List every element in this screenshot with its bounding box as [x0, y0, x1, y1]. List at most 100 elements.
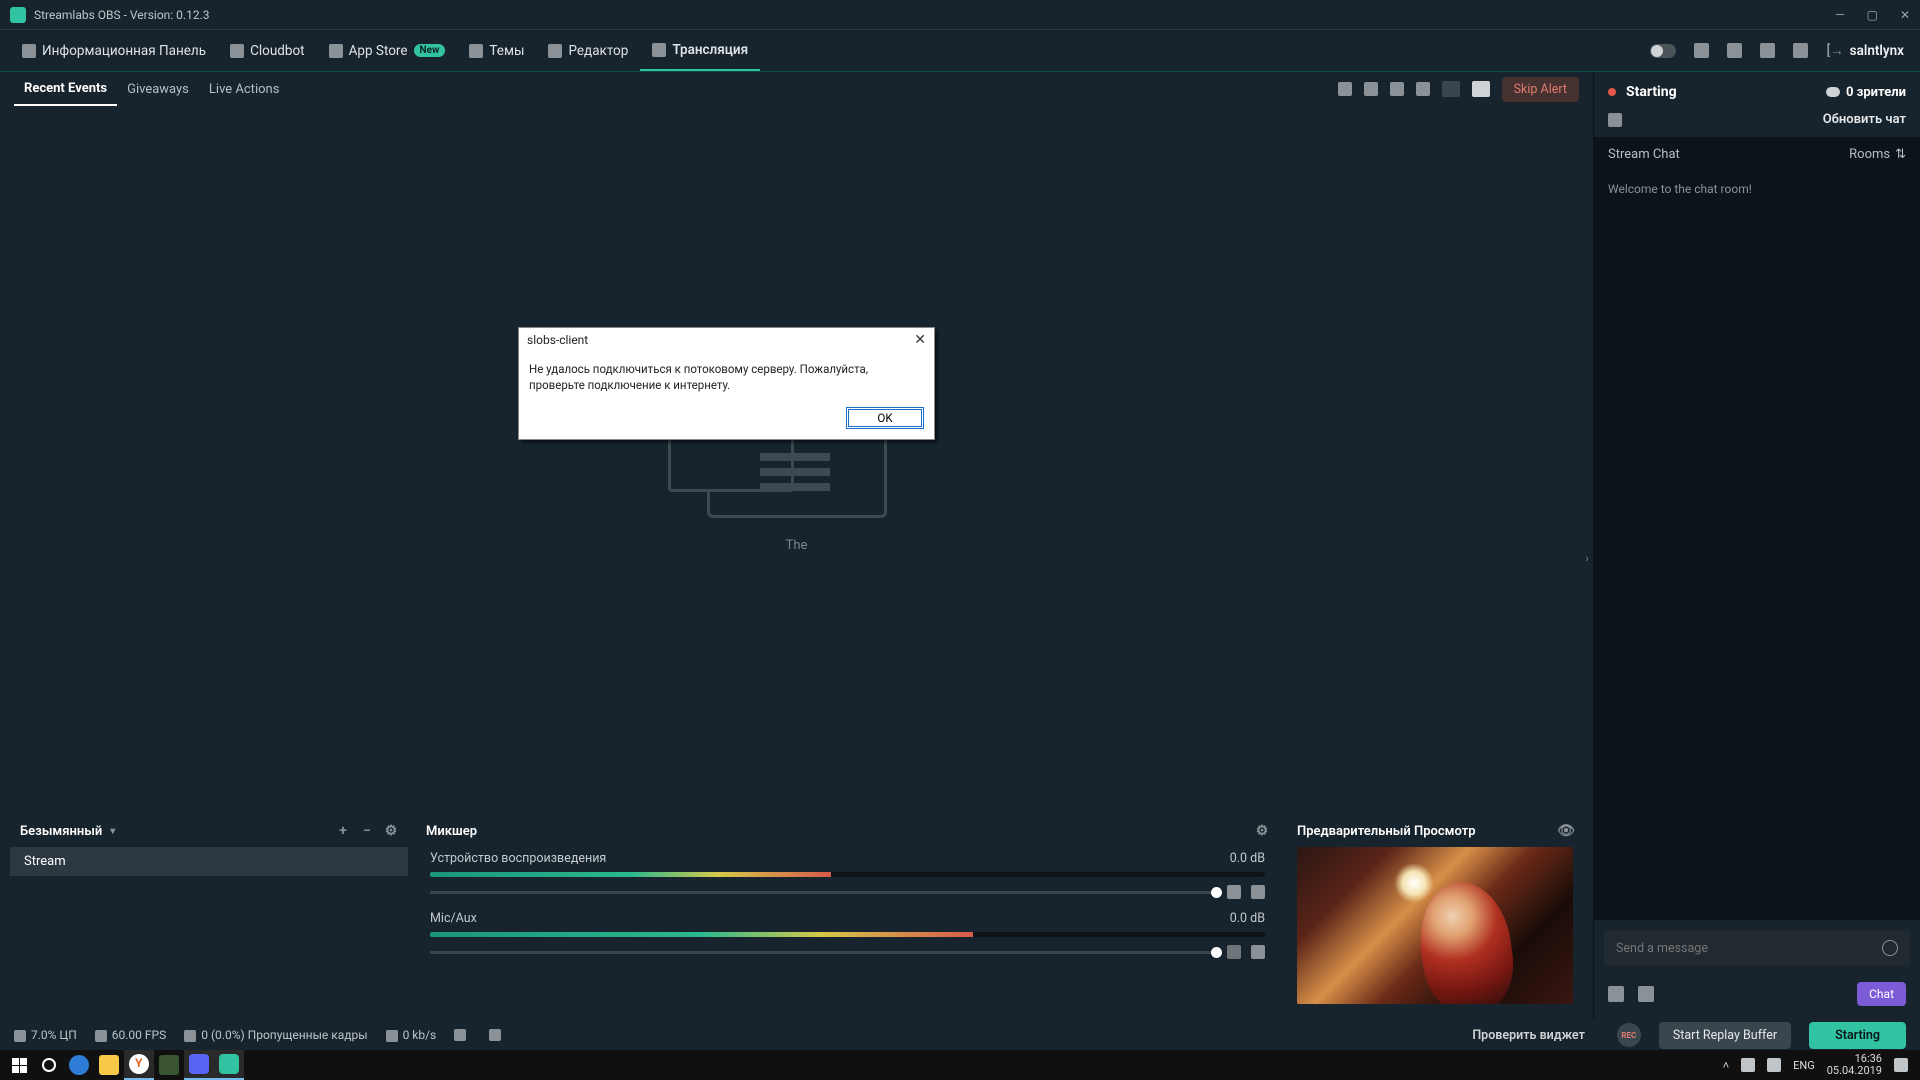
tray-chevron-icon[interactable]: ˄ [1723, 1059, 1729, 1072]
cloud-icon [230, 44, 244, 58]
add-scene-button[interactable]: + [336, 824, 350, 838]
replay-buffer-button[interactable]: Start Replay Buffer [1659, 1022, 1791, 1049]
nav-appstore[interactable]: App StoreNew [317, 30, 458, 71]
grid-view-button[interactable] [1442, 81, 1460, 97]
volume-slider[interactable] [430, 951, 1217, 954]
preview-title: Предварительный Просмотр [1297, 824, 1476, 839]
nav-themes[interactable]: Темы [457, 30, 536, 71]
skip-alert-button[interactable]: Skip Alert [1502, 77, 1579, 102]
volume-icon[interactable] [1416, 82, 1430, 96]
close-button[interactable]: ✕ [1900, 8, 1910, 22]
chat-welcome-message: Welcome to the chat room! [1608, 182, 1906, 196]
dialog-ok-button[interactable]: OK [846, 407, 924, 429]
tray-notifications-icon[interactable] [1894, 1058, 1908, 1072]
tray-date: 05.04.2019 [1827, 1065, 1882, 1077]
info-icon[interactable] [489, 1029, 501, 1041]
chat-users-icon[interactable] [1638, 986, 1654, 1002]
mixer-source-desktop: Устройство воспроизведения 0.0 dB [416, 847, 1279, 907]
tab-giveaways[interactable]: Giveaways [117, 72, 199, 106]
scene-settings-button[interactable]: ⚙ [384, 824, 398, 838]
nav-dashboard[interactable]: Информационная Панель [10, 30, 218, 71]
scenes-panel: Безымянный▾ + − ⚙ Stream [10, 815, 408, 1014]
taskbar-discord[interactable] [184, 1050, 214, 1080]
taskbar-explorer[interactable] [94, 1050, 124, 1080]
fps-icon [95, 1030, 107, 1042]
mixer-source-mic: Mic/Aux0.0 dB [416, 907, 1279, 967]
minimize-button[interactable]: — [1835, 8, 1844, 22]
rooms-dropdown[interactable]: Rooms⇅ [1849, 147, 1906, 162]
source-gear-icon[interactable] [1251, 945, 1265, 959]
nav-cloudbot-label: Cloudbot [250, 43, 305, 59]
go-live-button[interactable]: Starting [1809, 1022, 1906, 1049]
mixer-db-value: 0.0 dB [1230, 851, 1265, 866]
chat-send-button[interactable]: Chat [1857, 982, 1906, 1006]
source-gear-icon[interactable] [1251, 885, 1265, 899]
nav-editor[interactable]: Редактор [536, 30, 640, 71]
list-view-button[interactable] [1472, 81, 1490, 97]
mixer-settings-button[interactable]: ⚙ [1255, 824, 1269, 838]
speaker-muted-icon[interactable] [1227, 945, 1241, 959]
nav-live-label: Трансляция [672, 42, 748, 58]
tray-volume-icon[interactable] [1767, 1058, 1781, 1072]
chat-input[interactable] [1616, 941, 1882, 956]
cpu-usage: 7.0% ЦП [14, 1028, 77, 1042]
emoji-icon[interactable] [1882, 940, 1898, 956]
scene-collection-dropdown[interactable]: Безымянный▾ [20, 824, 115, 839]
live-dot-icon [1608, 88, 1616, 96]
taskbar-edge[interactable] [64, 1050, 94, 1080]
filter-icon[interactable] [1364, 82, 1378, 96]
taskbar-slobs[interactable] [214, 1050, 244, 1080]
tray-clock[interactable]: 16:3605.04.2019 [1827, 1053, 1882, 1077]
tab-live-actions[interactable]: Live Actions [199, 72, 290, 106]
shield-icon[interactable] [1727, 43, 1742, 58]
collapse-chat-handle[interactable]: › [1581, 540, 1593, 576]
user-menu[interactable]: [→salntlynx [1826, 43, 1904, 59]
night-mode-toggle[interactable] [1650, 44, 1676, 58]
fps: 60.00 FPS [95, 1028, 166, 1042]
yandex-icon: Y [129, 1054, 149, 1074]
stream-state: Starting [1626, 84, 1677, 100]
taskbar-search[interactable] [34, 1050, 64, 1080]
gear-icon[interactable] [1793, 43, 1808, 58]
nav-dashboard-label: Информационная Панель [42, 43, 206, 59]
bag-icon [329, 44, 343, 58]
editor-icon [548, 44, 562, 58]
eye-icon[interactable]: 👁 [1559, 824, 1573, 838]
taskbar-yandex[interactable]: Y [124, 1050, 154, 1080]
empty-text: The [786, 538, 808, 553]
bars-icon[interactable] [1694, 43, 1709, 58]
audio-meter [430, 872, 1265, 877]
remove-scene-button[interactable]: − [360, 824, 374, 838]
slobs-icon [219, 1054, 239, 1074]
cloud-status-icon[interactable] [454, 1029, 466, 1041]
pause-icon[interactable] [1390, 82, 1404, 96]
check-widget-button[interactable]: Проверить виджет [1458, 1022, 1599, 1049]
copy-icon[interactable] [1338, 82, 1352, 96]
frames-icon [184, 1030, 196, 1042]
help-icon[interactable] [1760, 43, 1775, 58]
cpu-icon [14, 1030, 26, 1042]
tray-network-icon[interactable] [1741, 1058, 1755, 1072]
refresh-chat-button[interactable]: Обновить чат [1823, 112, 1906, 127]
dialog-title: slobs-client [527, 333, 588, 347]
nav-editor-label: Редактор [568, 43, 628, 59]
dialog-close-button[interactable]: ✕ [914, 332, 926, 348]
start-button[interactable] [4, 1050, 34, 1080]
dashboard-icon [22, 44, 36, 58]
record-button[interactable]: REC [1617, 1023, 1641, 1047]
speaker-icon[interactable] [1227, 885, 1241, 899]
nav-live[interactable]: Трансляция [640, 30, 760, 71]
maximize-button[interactable]: ▢ [1867, 8, 1878, 22]
mixer-source-name: Устройство воспроизведения [430, 851, 606, 866]
chat-settings-icon[interactable] [1608, 986, 1624, 1002]
search-icon [42, 1058, 56, 1072]
viewer-count: 0 зрители [1826, 85, 1906, 100]
volume-slider[interactable] [430, 891, 1217, 894]
preview-panel: Предварительный Просмотр 👁 [1287, 815, 1583, 1014]
nav-cloudbot[interactable]: Cloudbot [218, 30, 317, 71]
taskbar-app1[interactable] [154, 1050, 184, 1080]
scene-item[interactable]: Stream [10, 847, 408, 876]
tray-language[interactable]: ENG [1793, 1059, 1815, 1072]
edit-icon[interactable] [1608, 113, 1622, 127]
tab-recent-events[interactable]: Recent Events [14, 72, 117, 106]
